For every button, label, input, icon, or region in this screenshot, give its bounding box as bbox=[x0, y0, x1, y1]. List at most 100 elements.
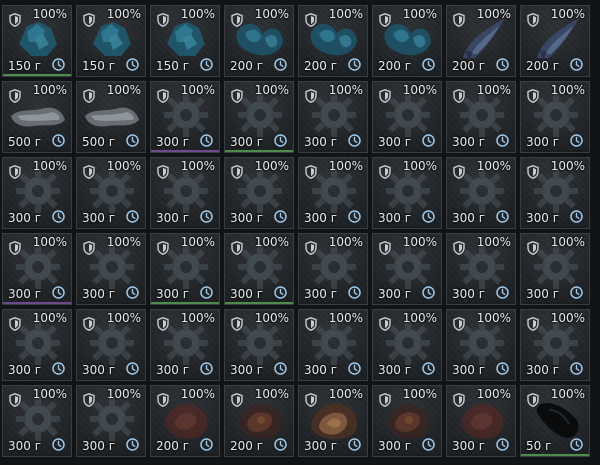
inventory-slot[interactable]: 100% 150 г bbox=[150, 5, 220, 77]
clock-icon[interactable] bbox=[422, 286, 435, 299]
inventory-slot[interactable]: 100% 300 г bbox=[2, 309, 72, 381]
inventory-slot[interactable]: 100% 200 г bbox=[520, 5, 590, 77]
clock-icon[interactable] bbox=[422, 58, 435, 71]
inventory-slot[interactable]: 100% 200 г bbox=[224, 385, 294, 457]
clock-icon[interactable] bbox=[52, 134, 65, 147]
clock-icon[interactable] bbox=[126, 58, 139, 71]
inventory-slot[interactable]: 100% 300 г bbox=[298, 385, 368, 457]
inventory-slot[interactable]: 100% 300 г bbox=[372, 309, 442, 381]
clock-icon[interactable] bbox=[570, 362, 583, 375]
clock-icon[interactable] bbox=[200, 58, 213, 71]
price-label: 300 г bbox=[378, 439, 412, 453]
rarity-bar bbox=[373, 74, 441, 76]
inventory-slot[interactable]: 100% 300 г bbox=[520, 81, 590, 153]
clock-icon[interactable] bbox=[570, 210, 583, 223]
inventory-slot[interactable]: 100% 300 г bbox=[2, 385, 72, 457]
inventory-slot[interactable]: 100% 300 г bbox=[298, 81, 368, 153]
clock-icon[interactable] bbox=[200, 286, 213, 299]
clock-icon[interactable] bbox=[570, 286, 583, 299]
clock-icon[interactable] bbox=[274, 210, 287, 223]
clock-icon[interactable] bbox=[52, 362, 65, 375]
clock-icon[interactable] bbox=[422, 438, 435, 451]
clock-icon[interactable] bbox=[570, 134, 583, 147]
clock-icon[interactable] bbox=[496, 58, 509, 71]
clock-icon[interactable] bbox=[422, 210, 435, 223]
clock-icon[interactable] bbox=[52, 438, 65, 451]
inventory-slot[interactable]: 100% 300 г bbox=[372, 157, 442, 229]
clock-icon[interactable] bbox=[348, 438, 361, 451]
inventory-slot[interactable]: 100% 300 г bbox=[446, 157, 516, 229]
inventory-slot[interactable]: 100% 300 г bbox=[224, 309, 294, 381]
clock-icon[interactable] bbox=[126, 286, 139, 299]
inventory-slot[interactable]: 100% 300 г bbox=[520, 309, 590, 381]
inventory-slot[interactable]: 100% 200 г bbox=[224, 5, 294, 77]
inventory-slot[interactable]: 100% 300 г bbox=[446, 233, 516, 305]
inventory-slot[interactable]: 100% 200 г bbox=[372, 5, 442, 77]
inventory-slot[interactable]: 100% 300 г bbox=[76, 157, 146, 229]
clock-icon[interactable] bbox=[52, 286, 65, 299]
inventory-slot[interactable]: 100% 300 г bbox=[76, 385, 146, 457]
clock-icon[interactable] bbox=[126, 362, 139, 375]
clock-icon[interactable] bbox=[200, 362, 213, 375]
inventory-slot[interactable]: 100% 300 г bbox=[2, 233, 72, 305]
inventory-slot[interactable]: 100% 300 г bbox=[76, 233, 146, 305]
inventory-slot[interactable]: 100% 150 г bbox=[76, 5, 146, 77]
inventory-slot[interactable]: 100% 500 г bbox=[2, 81, 72, 153]
inventory-slot[interactable]: 100% 300 г bbox=[298, 233, 368, 305]
clock-icon[interactable] bbox=[200, 210, 213, 223]
inventory-slot[interactable]: 100% 150 г bbox=[2, 5, 72, 77]
inventory-slot[interactable]: 100% 300 г bbox=[446, 309, 516, 381]
inventory-slot[interactable]: 100% 300 г bbox=[150, 309, 220, 381]
inventory-slot[interactable]: 100% 300 г bbox=[150, 157, 220, 229]
inventory-slot[interactable]: 100% 500 г bbox=[76, 81, 146, 153]
inventory-slot[interactable]: 100% 300 г bbox=[520, 233, 590, 305]
clock-icon[interactable] bbox=[274, 134, 287, 147]
clock-icon[interactable] bbox=[52, 58, 65, 71]
inventory-slot[interactable]: 100% 50 г bbox=[520, 385, 590, 457]
rarity-bar bbox=[299, 150, 367, 152]
clock-icon[interactable] bbox=[52, 210, 65, 223]
inventory-slot[interactable]: 100% 300 г bbox=[520, 157, 590, 229]
clock-icon[interactable] bbox=[422, 134, 435, 147]
inventory-slot[interactable]: 100% 300 г bbox=[150, 233, 220, 305]
clock-icon[interactable] bbox=[274, 286, 287, 299]
clock-icon[interactable] bbox=[496, 362, 509, 375]
inventory-slot[interactable]: 100% 300 г bbox=[2, 157, 72, 229]
inventory-slot[interactable]: 100% 300 г bbox=[372, 385, 442, 457]
inventory-slot[interactable]: 100% 200 г bbox=[446, 5, 516, 77]
clock-icon[interactable] bbox=[274, 362, 287, 375]
clock-icon[interactable] bbox=[496, 210, 509, 223]
clock-icon[interactable] bbox=[126, 210, 139, 223]
inventory-slot[interactable]: 100% 300 г bbox=[446, 81, 516, 153]
clock-icon[interactable] bbox=[348, 58, 361, 71]
inventory-slot[interactable]: 100% 300 г bbox=[298, 157, 368, 229]
clock-icon[interactable] bbox=[348, 362, 361, 375]
clock-icon[interactable] bbox=[126, 438, 139, 451]
inventory-slot[interactable]: 100% 300 г bbox=[224, 81, 294, 153]
inventory-slot[interactable]: 100% 300 г bbox=[224, 157, 294, 229]
clock-icon[interactable] bbox=[570, 438, 583, 451]
clock-icon[interactable] bbox=[496, 286, 509, 299]
clock-icon[interactable] bbox=[126, 134, 139, 147]
clock-icon[interactable] bbox=[200, 134, 213, 147]
clock-icon[interactable] bbox=[348, 134, 361, 147]
inventory-slot[interactable]: 100% 300 г bbox=[372, 81, 442, 153]
clock-icon[interactable] bbox=[496, 134, 509, 147]
inventory-slot[interactable]: 100% 300 г bbox=[446, 385, 516, 457]
clock-icon[interactable] bbox=[570, 58, 583, 71]
inventory-slot[interactable]: 100% 200 г bbox=[298, 5, 368, 77]
inventory-slot[interactable]: 100% 300 г bbox=[372, 233, 442, 305]
inventory-slot[interactable]: 100% 300 г bbox=[76, 309, 146, 381]
inventory-slot[interactable]: 100% 200 г bbox=[150, 385, 220, 457]
inventory-slot[interactable]: 100% 300 г bbox=[298, 309, 368, 381]
inventory-slot[interactable]: 100% 300 г bbox=[150, 81, 220, 153]
inventory-slot[interactable]: 100% 300 г bbox=[224, 233, 294, 305]
clock-icon[interactable] bbox=[348, 286, 361, 299]
clock-icon[interactable] bbox=[496, 438, 509, 451]
clock-icon[interactable] bbox=[274, 438, 287, 451]
clock-icon[interactable] bbox=[200, 438, 213, 451]
durability-label: 100% bbox=[476, 235, 511, 249]
clock-icon[interactable] bbox=[348, 210, 361, 223]
clock-icon[interactable] bbox=[274, 58, 287, 71]
clock-icon[interactable] bbox=[422, 362, 435, 375]
